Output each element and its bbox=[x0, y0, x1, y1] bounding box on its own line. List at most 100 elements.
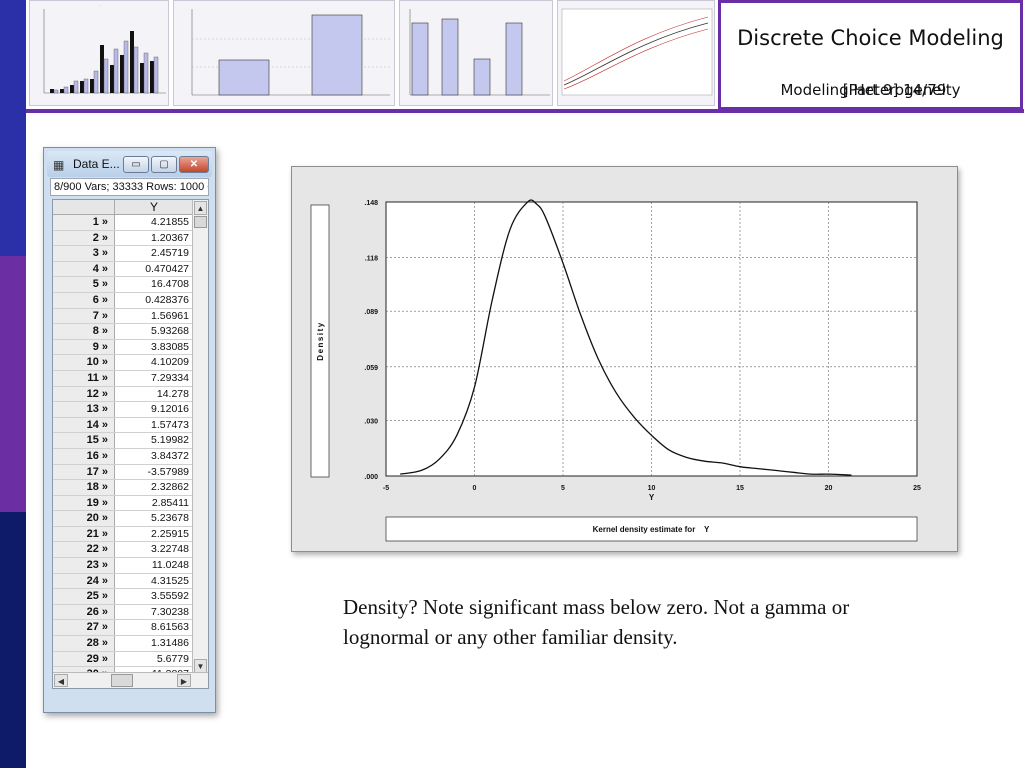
table-row[interactable]: 29 » 5.6779 bbox=[53, 651, 193, 668]
table-row[interactable]: 12 » 14.278 bbox=[53, 386, 193, 403]
cell-value[interactable]: 2.45719 bbox=[115, 246, 193, 261]
cell-value[interactable]: 4.31525 bbox=[115, 574, 193, 589]
table-row[interactable]: 7 » 1.56961 bbox=[53, 308, 193, 325]
row-header[interactable]: 27 » bbox=[53, 620, 115, 636]
table-row[interactable]: 27 » 8.61563 bbox=[53, 620, 193, 637]
row-header[interactable]: 22 » bbox=[53, 542, 115, 558]
cell-value[interactable]: 5.6779 bbox=[115, 652, 193, 667]
data-editor-titlebar[interactable]: ▦ Data E... ▭ ▢ ✕ bbox=[47, 151, 212, 177]
cell-value[interactable]: 14.278 bbox=[115, 387, 193, 402]
row-header[interactable]: 1 » bbox=[53, 215, 115, 230]
row-header[interactable]: 8 » bbox=[53, 324, 115, 339]
table-row[interactable]: 4 » 0.470427 bbox=[53, 261, 193, 278]
row-header[interactable]: 18 » bbox=[53, 480, 115, 495]
table-row[interactable]: 18 » 2.32862 bbox=[53, 480, 193, 496]
table-row[interactable]: 16 » 3.84372 bbox=[53, 448, 193, 465]
table-row[interactable]: 20 » 5.23678 bbox=[53, 511, 193, 527]
cell-value[interactable]: 3.22748 bbox=[115, 542, 193, 557]
cell-value[interactable]: 1.57473 bbox=[115, 418, 193, 433]
grid-corner-cell[interactable] bbox=[53, 200, 115, 215]
table-row[interactable]: 11 » 7.29334 bbox=[53, 370, 193, 387]
table-row[interactable]: 13 » 9.12016 bbox=[53, 402, 193, 418]
row-header[interactable]: 29 » bbox=[53, 651, 115, 667]
table-row[interactable]: 5 » 16.4708 bbox=[53, 277, 193, 293]
cell-value[interactable]: 7.30238 bbox=[115, 605, 193, 620]
cell-value[interactable]: 2.85411 bbox=[115, 496, 193, 511]
table-row[interactable]: 2 » 1.20367 bbox=[53, 230, 193, 247]
table-row[interactable]: 9 » 3.83085 bbox=[53, 339, 193, 356]
row-header[interactable]: 17 » bbox=[53, 464, 115, 480]
cell-value[interactable]: 5.93268 bbox=[115, 324, 193, 339]
row-header[interactable]: 13 » bbox=[53, 402, 115, 417]
scroll-left-arrow-icon[interactable]: ◀ bbox=[54, 674, 68, 687]
row-header[interactable]: 9 » bbox=[53, 339, 115, 355]
table-row[interactable]: 8 » 5.93268 bbox=[53, 324, 193, 340]
cell-value[interactable]: 4.10209 bbox=[115, 355, 193, 370]
cell-value[interactable]: 4.21855 bbox=[115, 215, 193, 230]
table-row[interactable]: 10 » 4.10209 bbox=[53, 355, 193, 371]
table-row[interactable]: 1 » 4.21855 bbox=[53, 215, 193, 231]
table-row[interactable]: 17 » -3.57989 bbox=[53, 464, 193, 481]
cell-value[interactable]: 5.19982 bbox=[115, 433, 193, 448]
row-header[interactable]: 15 » bbox=[53, 433, 115, 448]
row-header[interactable]: 12 » bbox=[53, 386, 115, 402]
row-header[interactable]: 19 » bbox=[53, 495, 115, 511]
table-row[interactable]: 23 » 11.0248 bbox=[53, 558, 193, 574]
cell-value[interactable]: 1.56961 bbox=[115, 309, 193, 324]
cell-value[interactable]: 3.83085 bbox=[115, 340, 193, 355]
row-header[interactable]: 11 » bbox=[53, 370, 115, 386]
maximize-button[interactable]: ▢ bbox=[151, 156, 177, 173]
cell-value[interactable]: 7.29334 bbox=[115, 371, 193, 386]
table-row[interactable]: 3 » 2.45719 bbox=[53, 246, 193, 262]
row-header[interactable]: 16 » bbox=[53, 448, 115, 464]
data-grid[interactable]: Y 1 » 4.21855 2 » 1.20367 3 » 2.45719 4 » 0.470… bbox=[52, 199, 209, 689]
data-editor-window[interactable]: ▦ Data E... ▭ ▢ ✕ 8/900 Vars; 33333 Rows… bbox=[43, 147, 216, 713]
minimize-button[interactable]: ▭ bbox=[123, 156, 149, 173]
table-row[interactable]: 22 » 3.22748 bbox=[53, 542, 193, 559]
cell-value[interactable]: 1.31486 bbox=[115, 636, 193, 651]
cell-value[interactable]: 1.20367 bbox=[115, 231, 193, 246]
row-header[interactable]: 28 » bbox=[53, 636, 115, 651]
cell-value[interactable]: 2.25915 bbox=[115, 527, 193, 542]
horizontal-scroll-thumb[interactable] bbox=[111, 674, 133, 687]
cell-value[interactable]: 5.23678 bbox=[115, 511, 193, 526]
column-header-y[interactable]: Y bbox=[115, 200, 193, 215]
cell-value[interactable]: 8.61563 bbox=[115, 620, 193, 635]
cell-value[interactable]: 11.0248 bbox=[115, 558, 193, 573]
table-row[interactable]: 21 » 2.25915 bbox=[53, 526, 193, 543]
horizontal-scrollbar[interactable]: ◀ ▶ bbox=[53, 672, 208, 688]
cell-value[interactable]: 3.55592 bbox=[115, 589, 193, 604]
row-header[interactable]: 21 » bbox=[53, 526, 115, 542]
row-header[interactable]: 2 » bbox=[53, 230, 115, 246]
row-header[interactable]: 10 » bbox=[53, 355, 115, 370]
row-header[interactable]: 20 » bbox=[53, 511, 115, 526]
vertical-scrollbar[interactable]: ▲ ▼ bbox=[192, 200, 208, 674]
row-header[interactable]: 4 » bbox=[53, 261, 115, 277]
scroll-down-arrow-icon[interactable]: ▼ bbox=[194, 659, 207, 673]
table-row[interactable]: 28 » 1.31486 bbox=[53, 636, 193, 652]
table-row[interactable]: 15 » 5.19982 bbox=[53, 433, 193, 449]
row-header[interactable]: 23 » bbox=[53, 558, 115, 573]
cell-value[interactable]: -3.57989 bbox=[115, 465, 193, 480]
table-row[interactable]: 25 » 3.55592 bbox=[53, 589, 193, 605]
cell-value[interactable]: 3.84372 bbox=[115, 449, 193, 464]
scroll-up-arrow-icon[interactable]: ▲ bbox=[194, 201, 207, 215]
row-header[interactable]: 3 » bbox=[53, 246, 115, 261]
cell-value[interactable]: 0.470427 bbox=[115, 262, 193, 277]
cell-value[interactable]: 0.428376 bbox=[115, 293, 193, 308]
row-header[interactable]: 6 » bbox=[53, 292, 115, 308]
cell-value[interactable]: 9.12016 bbox=[115, 402, 193, 417]
table-row[interactable]: 6 » 0.428376 bbox=[53, 292, 193, 309]
close-button[interactable]: ✕ bbox=[179, 156, 209, 173]
table-row[interactable]: 26 » 7.30238 bbox=[53, 604, 193, 621]
table-row[interactable]: 24 » 4.31525 bbox=[53, 573, 193, 590]
cell-value[interactable]: 2.32862 bbox=[115, 480, 193, 495]
table-row[interactable]: 14 » 1.57473 bbox=[53, 417, 193, 434]
cell-value[interactable]: 16.4708 bbox=[115, 277, 193, 292]
vertical-scroll-thumb[interactable] bbox=[194, 216, 207, 228]
table-row[interactable]: 19 » 2.85411 bbox=[53, 495, 193, 512]
row-header[interactable]: 26 » bbox=[53, 604, 115, 620]
row-header[interactable]: 5 » bbox=[53, 277, 115, 292]
row-header[interactable]: 14 » bbox=[53, 417, 115, 433]
scroll-right-arrow-icon[interactable]: ▶ bbox=[177, 674, 191, 687]
